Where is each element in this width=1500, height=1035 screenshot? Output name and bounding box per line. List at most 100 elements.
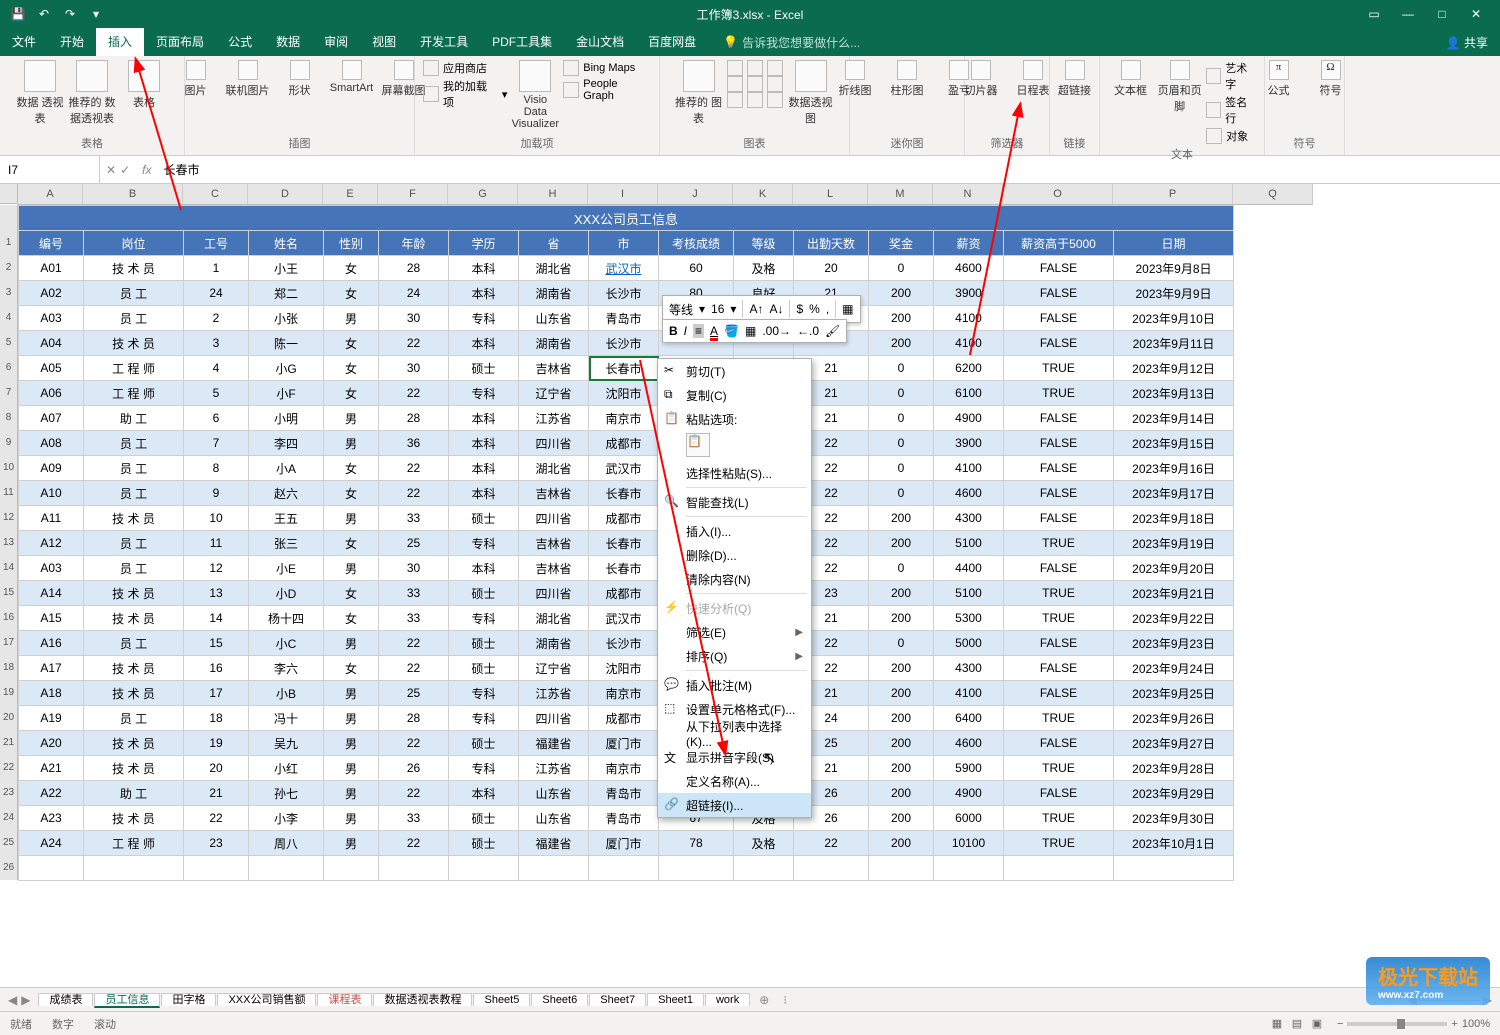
cell[interactable]: 成都市: [589, 581, 659, 606]
tab-wps[interactable]: 金山文档: [564, 28, 636, 56]
cell[interactable]: 25: [379, 531, 449, 556]
column-headers[interactable]: ABCDEFGHIJKLMNOPQ: [18, 184, 1313, 205]
ctx-insert[interactable]: 插入(I)...: [658, 519, 811, 543]
tell-me[interactable]: 💡 告诉我您想要做什么...: [723, 34, 860, 51]
cell[interactable]: 200: [869, 331, 934, 356]
cell[interactable]: 30: [379, 356, 449, 381]
row-header[interactable]: 18: [0, 655, 18, 680]
cell[interactable]: 小D: [249, 581, 324, 606]
cell[interactable]: 长沙市: [589, 331, 659, 356]
row-header[interactable]: 26: [0, 855, 18, 880]
cell[interactable]: A03: [19, 556, 84, 581]
cell[interactable]: 2023年9月16日: [1114, 456, 1234, 481]
cell[interactable]: 江苏省: [519, 756, 589, 781]
cell[interactable]: 陈一: [249, 331, 324, 356]
cell[interactable]: [379, 856, 449, 881]
cell[interactable]: 22: [379, 456, 449, 481]
cell[interactable]: 四川省: [519, 506, 589, 531]
cell[interactable]: 5100: [934, 531, 1004, 556]
row-header[interactable]: 3: [0, 280, 18, 305]
cell[interactable]: 男: [324, 831, 379, 856]
font-size[interactable]: 16: [711, 302, 724, 316]
sheet-tab[interactable]: 数据透视表教程: [373, 993, 472, 1006]
cell[interactable]: 杨十四: [249, 606, 324, 631]
row-header[interactable]: 17: [0, 630, 18, 655]
tab-dev[interactable]: 开发工具: [408, 28, 480, 56]
cell[interactable]: 山东省: [519, 781, 589, 806]
cell[interactable]: 吉林省: [519, 481, 589, 506]
sheet-tab[interactable]: Sheet7: [589, 993, 646, 1006]
cell[interactable]: 江苏省: [519, 406, 589, 431]
row-header[interactable]: 24: [0, 805, 18, 830]
cell[interactable]: A12: [19, 531, 84, 556]
cell[interactable]: 助 工: [84, 406, 184, 431]
cell[interactable]: 2023年9月12日: [1114, 356, 1234, 381]
cell[interactable]: 硕士: [449, 656, 519, 681]
cell[interactable]: FALSE: [1004, 731, 1114, 756]
cell[interactable]: 福建省: [519, 731, 589, 756]
cell[interactable]: 员 工: [84, 531, 184, 556]
cell[interactable]: 28: [379, 406, 449, 431]
sheet-tab[interactable]: work: [705, 993, 750, 1006]
bold-icon[interactable]: B: [669, 324, 678, 338]
cell[interactable]: 0: [869, 356, 934, 381]
cell[interactable]: 2023年9月27日: [1114, 731, 1234, 756]
cell[interactable]: 小F: [249, 381, 324, 406]
decimal-inc-icon[interactable]: .00→: [762, 324, 791, 338]
sheet-tab[interactable]: Sheet1: [647, 993, 704, 1006]
cell[interactable]: 青岛市: [589, 806, 659, 831]
cell[interactable]: 专科: [449, 706, 519, 731]
sheet-tab[interactable]: Sheet5: [473, 993, 530, 1006]
cell[interactable]: 本科: [449, 456, 519, 481]
cell[interactable]: 200: [869, 506, 934, 531]
cell[interactable]: 4600: [934, 731, 1004, 756]
cell[interactable]: 2023年9月17日: [1114, 481, 1234, 506]
cell[interactable]: 武汉市: [589, 256, 659, 281]
sparkline-col-button[interactable]: 柱形图: [883, 60, 931, 98]
cell[interactable]: [249, 856, 324, 881]
cell[interactable]: 硕士: [449, 506, 519, 531]
sheet-tab[interactable]: 员工信息: [94, 993, 160, 1008]
cell[interactable]: 山东省: [519, 806, 589, 831]
cell[interactable]: FALSE: [1004, 631, 1114, 656]
cell[interactable]: A22: [19, 781, 84, 806]
row-header[interactable]: 4: [0, 305, 18, 330]
cell[interactable]: [84, 856, 184, 881]
cell[interactable]: 10100: [934, 831, 1004, 856]
col-header-M[interactable]: M: [868, 184, 933, 204]
tab-insert[interactable]: 插入: [96, 28, 144, 56]
row-header[interactable]: 11: [0, 480, 18, 505]
cell[interactable]: 员 工: [84, 556, 184, 581]
cell[interactable]: 6200: [934, 356, 1004, 381]
cell[interactable]: A24: [19, 831, 84, 856]
cell[interactable]: 20: [794, 256, 869, 281]
cell[interactable]: 小王: [249, 256, 324, 281]
col-header-K[interactable]: K: [733, 184, 793, 204]
equation-button[interactable]: π公式: [1255, 60, 1303, 98]
cell[interactable]: 男: [324, 506, 379, 531]
cell[interactable]: 本科: [449, 781, 519, 806]
cell[interactable]: 200: [869, 681, 934, 706]
chart-pie-icon[interactable]: [727, 92, 783, 108]
cell[interactable]: 武汉市: [589, 606, 659, 631]
cell[interactable]: 李六: [249, 656, 324, 681]
qat-more-icon[interactable]: ▾: [88, 6, 104, 22]
cell[interactable]: A16: [19, 631, 84, 656]
font-grow-icon[interactable]: A↑: [749, 302, 763, 316]
cell[interactable]: 硕士: [449, 581, 519, 606]
cell[interactable]: [1114, 856, 1234, 881]
cell[interactable]: 2023年9月9日: [1114, 281, 1234, 306]
cell[interactable]: 硕士: [449, 831, 519, 856]
cell[interactable]: 4100: [934, 306, 1004, 331]
cell[interactable]: 冯十: [249, 706, 324, 731]
col-header-A[interactable]: A: [18, 184, 83, 204]
cell[interactable]: 工 程 师: [84, 381, 184, 406]
ctx-copy[interactable]: ⧉复制(C): [658, 383, 811, 407]
cell[interactable]: A19: [19, 706, 84, 731]
col-header-I[interactable]: I: [588, 184, 658, 204]
fx-icon[interactable]: fx: [136, 163, 157, 177]
cell[interactable]: TRUE: [1004, 606, 1114, 631]
cell[interactable]: 2023年9月26日: [1114, 706, 1234, 731]
recommended-pivot-button[interactable]: 推荐的 数据透视表: [68, 60, 116, 126]
cell[interactable]: 2023年9月24日: [1114, 656, 1234, 681]
